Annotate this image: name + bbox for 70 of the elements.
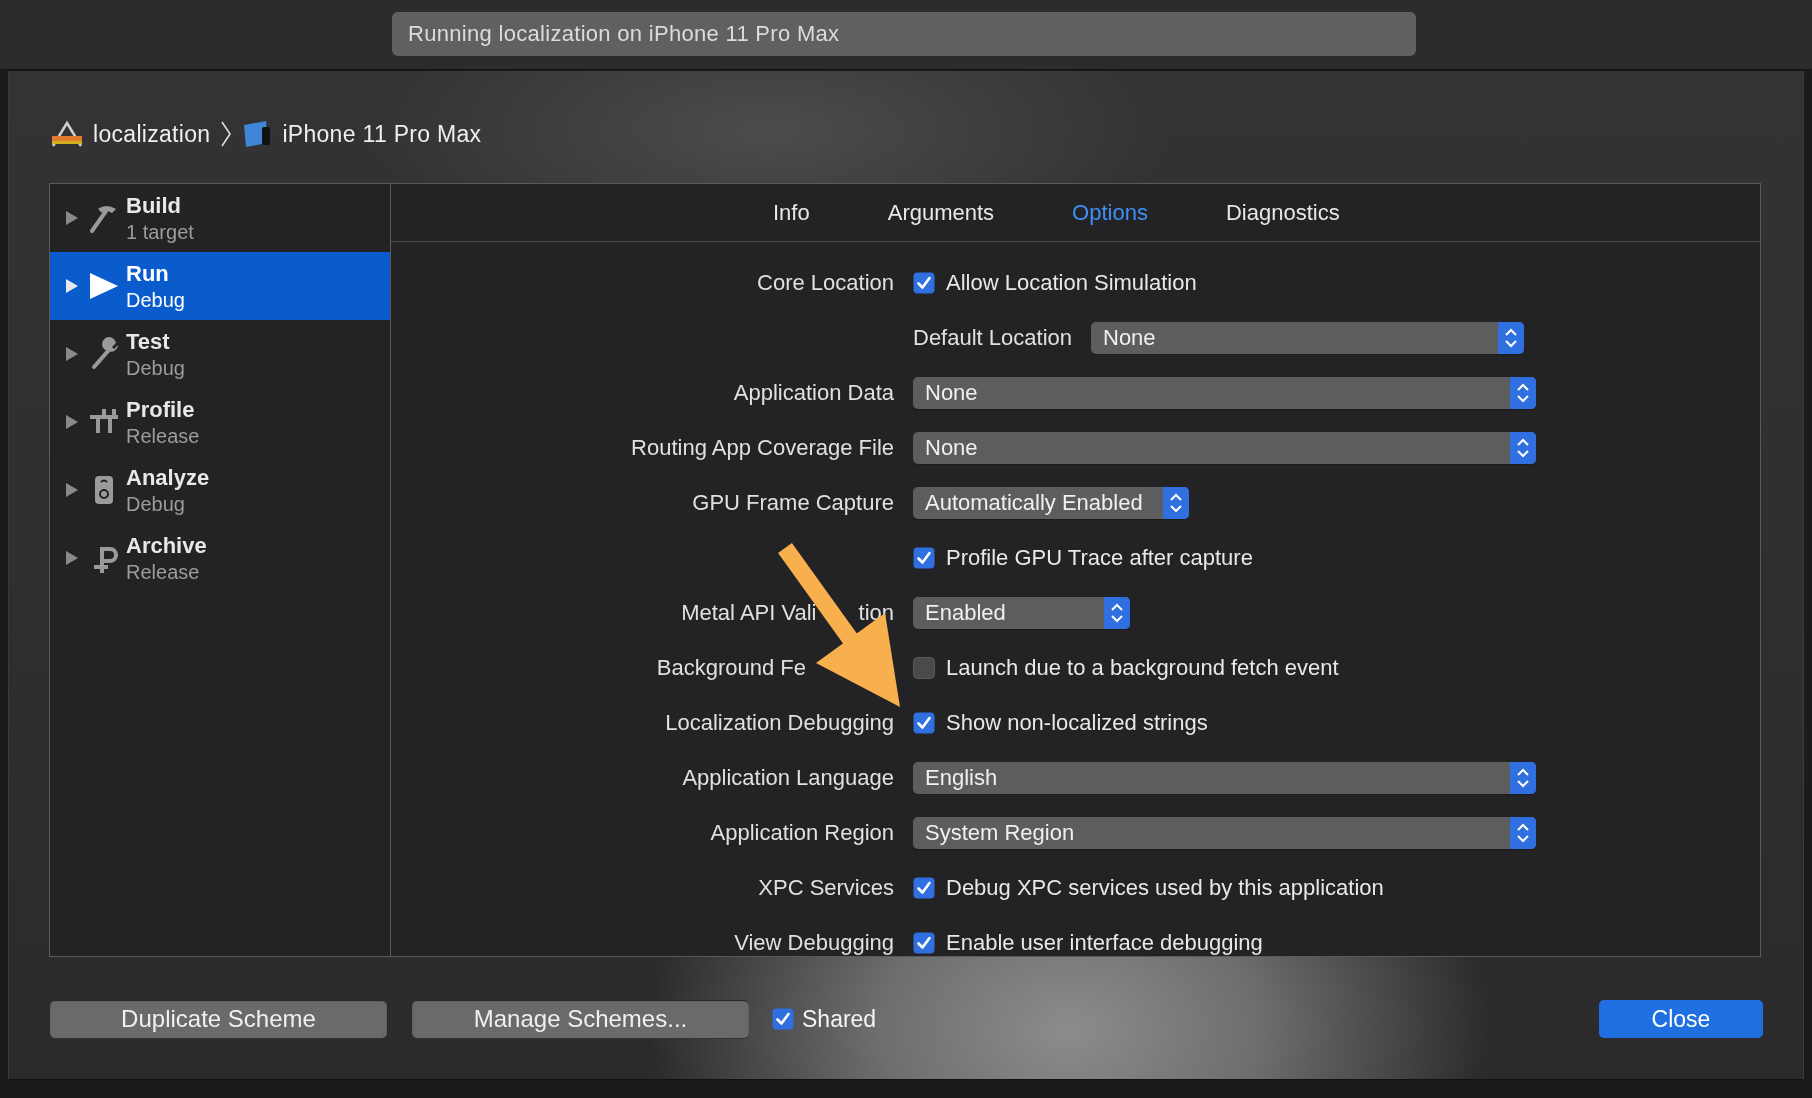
scheme-action-item[interactable]: Profile Release — [50, 388, 390, 456]
checkbox-label: Launch due to a background fetch event — [946, 654, 1339, 681]
action-configuration: Debug — [126, 288, 185, 312]
checkbox-label: Allow Location Simulation — [946, 269, 1197, 296]
option-label: XPC Services — [758, 874, 894, 901]
disclosure-triangle-icon[interactable] — [64, 414, 80, 430]
action-configuration: Release — [126, 560, 201, 584]
action-configuration: Debug — [126, 356, 185, 380]
app-icon — [51, 120, 83, 148]
action-title: Build — [126, 192, 182, 219]
action-configuration: Release — [126, 424, 200, 448]
option-label: Application Region — [710, 819, 894, 846]
disclosure-triangle-icon[interactable] — [64, 482, 80, 498]
checkbox-label: Profile GPU Trace after capture — [946, 544, 1253, 571]
disclosure-triangle-icon[interactable] — [64, 278, 80, 294]
popup-button[interactable]: Automatically Enabled — [913, 486, 1189, 519]
tab[interactable]: Arguments — [887, 199, 995, 226]
action-title: Archive — [126, 532, 207, 559]
scheme-action-item[interactable]: Run Debug — [50, 252, 390, 320]
option-label: Application Language — [682, 764, 894, 791]
scheme-action-item[interactable]: Archive Release — [50, 524, 390, 592]
close-button[interactable]: Close — [1599, 1000, 1763, 1038]
checkbox[interactable] — [913, 271, 935, 294]
option-label: Localization Debugging — [665, 709, 894, 736]
action-configuration: 1 target — [126, 220, 194, 244]
option-label: Application Data — [733, 379, 894, 406]
tab[interactable]: Info — [773, 199, 810, 226]
action-title: Test — [126, 328, 171, 355]
checkbox[interactable] — [913, 711, 935, 734]
scheme-action-item[interactable]: Analyze Debug — [50, 456, 390, 524]
action-title: Analyze — [126, 464, 210, 491]
activity-status-field: Running localization on iPhone 11 Pro Max — [392, 12, 1416, 56]
scheme-action-item[interactable]: Build 1 target — [50, 184, 390, 252]
tab[interactable]: Diagnostics — [1225, 199, 1340, 226]
action-title: Run — [126, 260, 170, 287]
tab[interactable]: Options — [1072, 199, 1148, 226]
checkbox[interactable] — [913, 876, 935, 899]
breadcrumb-item[interactable]: localization — [93, 120, 211, 148]
popup-button[interactable]: None — [913, 431, 1536, 464]
option-label: Core Location — [757, 269, 894, 296]
disclosure-triangle-icon[interactable] — [64, 346, 80, 362]
option-label: Background Fe — [656, 654, 806, 681]
option-label: Default Location — [913, 324, 1072, 351]
checkbox[interactable] — [913, 656, 935, 679]
option-label: View Debugging — [734, 929, 894, 956]
popup-button[interactable]: None — [1091, 321, 1524, 354]
checkbox-label: Enable user interface debugging — [946, 929, 1263, 956]
option-label: Metal API Vali — [681, 599, 817, 626]
footer-button[interactable]: Manage Schemes... — [412, 1000, 749, 1038]
action-title: Profile — [126, 396, 196, 423]
checkbox-label: Show non-localized strings — [946, 709, 1208, 736]
checkbox[interactable] — [913, 931, 935, 954]
option-label: Routing App Coverage File — [631, 434, 894, 461]
footer-button[interactable]: Duplicate Scheme — [50, 1000, 387, 1038]
popup-button[interactable]: English — [913, 761, 1536, 794]
chevron-icon — [220, 120, 233, 148]
scheme-action-item[interactable]: Test Debug — [50, 320, 390, 388]
option-label: GPU Frame Capture — [692, 489, 894, 516]
popup-button[interactable]: Enabled — [913, 596, 1130, 629]
checkbox-label: Debug XPC services used by this application — [946, 874, 1384, 901]
popup-button[interactable]: System Region — [913, 816, 1536, 849]
checkbox[interactable] — [913, 546, 935, 569]
disclosure-triangle-icon[interactable] — [64, 550, 80, 566]
breadcrumb-item[interactable]: iPhone 11 Pro Max — [282, 120, 482, 148]
action-configuration: Debug — [126, 492, 186, 516]
popup-button[interactable]: None — [913, 376, 1536, 409]
checkbox[interactable] — [772, 1008, 794, 1030]
disclosure-triangle-icon[interactable] — [64, 210, 80, 226]
device-icon — [242, 119, 273, 149]
checkbox-label: Shared — [802, 1005, 877, 1033]
